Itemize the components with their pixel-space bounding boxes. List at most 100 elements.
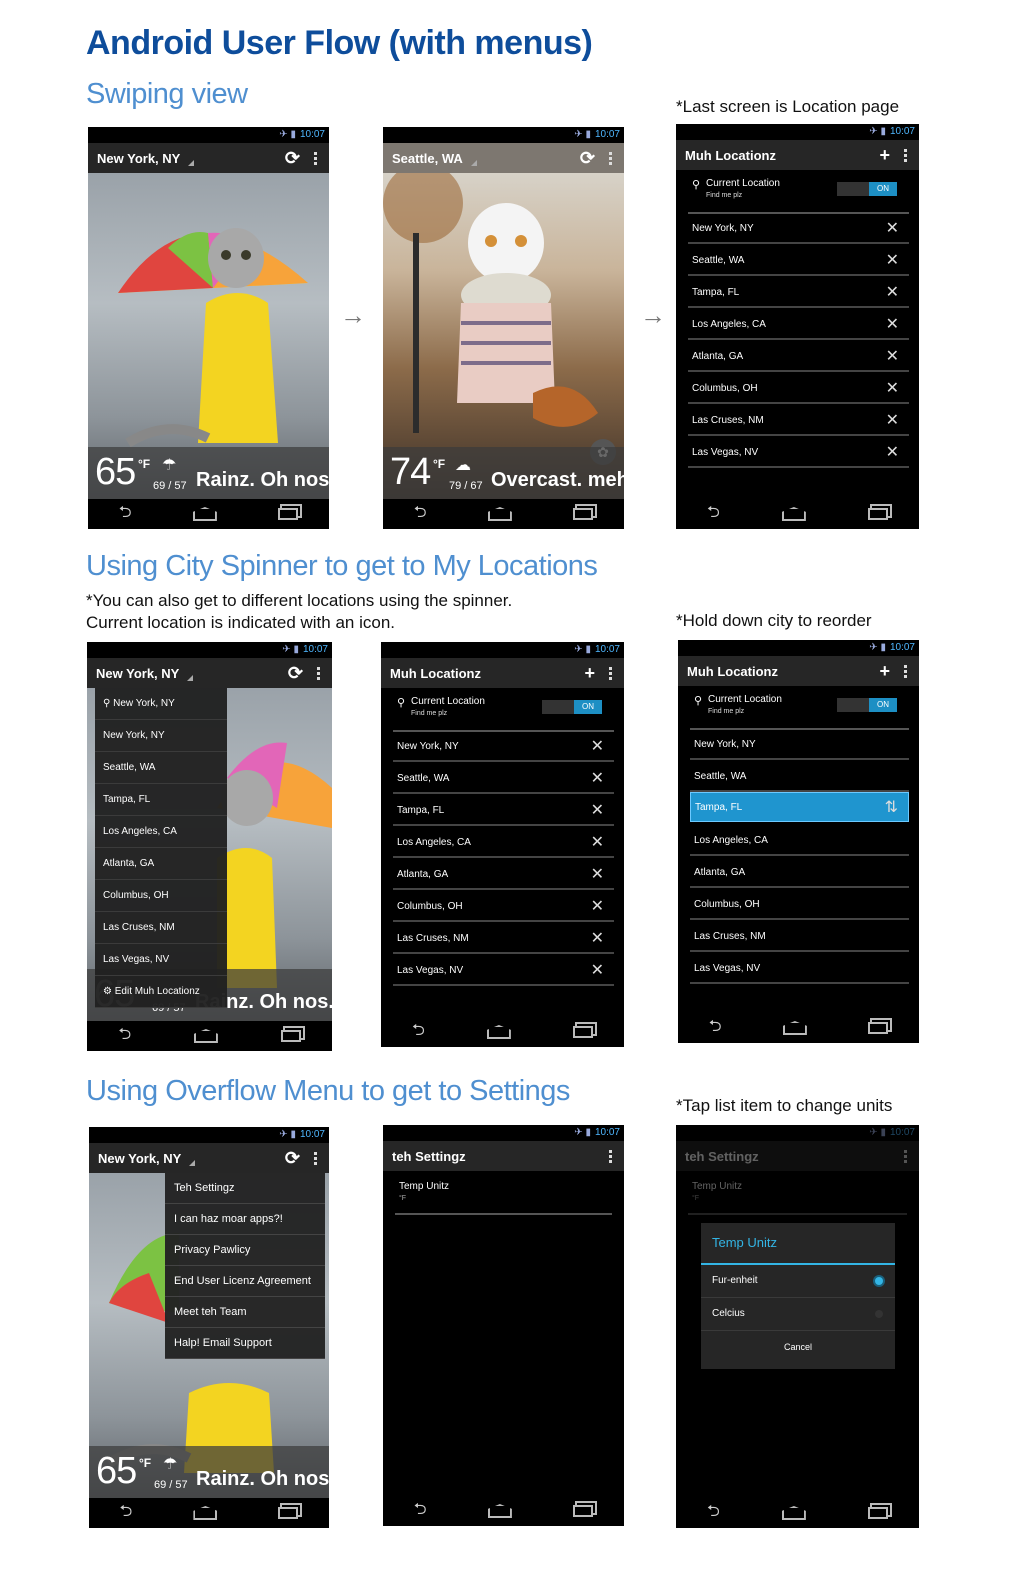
home-icon[interactable] <box>781 1506 806 1520</box>
back-icon[interactable]: ⮌ <box>707 501 720 528</box>
overflow-menu-icon[interactable] <box>609 151 612 165</box>
city-spinner[interactable]: New York, NY <box>97 151 180 166</box>
current-location-row[interactable]: ⚲ Current Location Find me plz ON <box>393 688 614 732</box>
location-row[interactable]: Las Vegas, NV <box>690 954 909 984</box>
menu-item-privacy[interactable]: Privacy Pawlicy <box>165 1235 325 1266</box>
menu-item-eula[interactable]: End User Licenz Agreement <box>165 1266 325 1297</box>
location-row[interactable]: Tampa, FL ✕ <box>688 278 909 308</box>
menu-item-team[interactable]: Meet teh Team <box>165 1297 325 1328</box>
home-icon[interactable] <box>487 1504 512 1518</box>
city-spinner[interactable]: New York, NY <box>96 666 179 681</box>
location-row[interactable]: Atlanta, GA ✕ <box>393 860 614 890</box>
remove-icon[interactable]: ✕ <box>886 310 899 340</box>
remove-icon[interactable]: ✕ <box>886 406 899 436</box>
overflow-menu-icon[interactable] <box>904 664 907 678</box>
location-row[interactable]: Seattle, WA <box>690 762 909 792</box>
refresh-icon[interactable]: ⟳ <box>580 143 595 173</box>
menu-item-more-apps[interactable]: I can haz moar apps?! <box>165 1204 325 1235</box>
dropdown-item[interactable]: Las Vegas, NV <box>95 944 227 976</box>
back-icon[interactable]: ⮌ <box>119 501 132 528</box>
current-location-row[interactable]: ⚲ Current Location Find me plz ON <box>690 686 909 730</box>
location-row[interactable]: Las Cruses, NM ✕ <box>393 924 614 954</box>
remove-icon[interactable]: ✕ <box>886 438 899 468</box>
location-row[interactable]: Seattle, WA ✕ <box>688 246 909 276</box>
menu-item-support[interactable]: Halp! Email Support <box>165 1328 325 1359</box>
location-row[interactable]: Columbus, OH ✕ <box>688 374 909 404</box>
location-row[interactable]: Seattle, WA ✕ <box>393 764 614 794</box>
dropdown-item[interactable]: Columbus, OH <box>95 880 227 912</box>
cancel-button[interactable]: Cancel <box>701 1331 895 1363</box>
overflow-menu-icon[interactable] <box>314 151 317 165</box>
menu-item-settings[interactable]: Teh Settingz <box>165 1173 325 1204</box>
temp-units-setting[interactable]: Temp Unitz °F <box>395 1175 612 1215</box>
remove-icon[interactable]: ✕ <box>591 924 604 954</box>
recent-apps-icon[interactable] <box>868 1022 889 1034</box>
home-icon[interactable] <box>782 1021 807 1035</box>
location-row[interactable]: Los Angeles, CA <box>690 826 909 856</box>
remove-icon[interactable]: ✕ <box>591 956 604 986</box>
remove-icon[interactable]: ✕ <box>591 828 604 858</box>
dropdown-item[interactable]: Atlanta, GA <box>95 848 227 880</box>
add-icon[interactable]: + <box>879 656 890 686</box>
recent-apps-icon[interactable] <box>867 1507 888 1519</box>
city-spinner[interactable]: Seattle, WA <box>392 151 463 166</box>
edit-locations-item[interactable]: ⚙ Edit Muh Locationz <box>95 976 227 1008</box>
back-icon[interactable]: ⮌ <box>412 1019 425 1046</box>
reorder-handle-icon[interactable]: ⇅ <box>885 793 898 823</box>
refresh-icon[interactable]: ⟳ <box>285 143 300 173</box>
location-row[interactable]: Atlanta, GA ✕ <box>688 342 909 372</box>
location-row[interactable]: Las Vegas, NV ✕ <box>393 956 614 986</box>
location-row[interactable]: New York, NY ✕ <box>688 214 909 244</box>
location-row[interactable]: Las Vegas, NV ✕ <box>688 438 909 468</box>
remove-icon[interactable]: ✕ <box>591 892 604 922</box>
current-location-row[interactable]: ⚲ Current Location Find me plz ON <box>688 170 909 214</box>
recent-apps-icon[interactable] <box>572 1026 593 1038</box>
home-icon[interactable] <box>192 507 217 521</box>
dropdown-item[interactable]: Seattle, WA <box>95 752 227 784</box>
dropdown-item[interactable]: Tampa, FL <box>95 784 227 816</box>
location-row[interactable]: New York, NY <box>690 730 909 760</box>
remove-icon[interactable]: ✕ <box>886 246 899 276</box>
overflow-menu-icon[interactable] <box>317 666 320 680</box>
overflow-menu-icon[interactable] <box>904 148 907 162</box>
location-row[interactable]: Tampa, FL ✕ <box>393 796 614 826</box>
remove-icon[interactable]: ✕ <box>591 796 604 826</box>
back-icon[interactable]: ⮌ <box>120 1500 133 1527</box>
dropdown-item[interactable]: New York, NY <box>95 720 227 752</box>
home-icon[interactable] <box>781 507 806 521</box>
back-icon[interactable]: ⮌ <box>118 1023 131 1050</box>
remove-icon[interactable]: ✕ <box>886 374 899 404</box>
radio-unselected-icon[interactable] <box>875 1310 883 1318</box>
back-icon[interactable]: ⮌ <box>414 501 427 528</box>
location-toggle[interactable]: ON <box>837 182 897 196</box>
remove-icon[interactable]: ✕ <box>886 342 899 372</box>
remove-icon[interactable]: ✕ <box>886 214 899 244</box>
recent-apps-icon[interactable] <box>573 508 594 520</box>
add-icon[interactable]: + <box>584 658 595 688</box>
refresh-icon[interactable]: ⟳ <box>285 1143 300 1173</box>
home-icon[interactable] <box>193 1029 218 1043</box>
overflow-menu-icon[interactable] <box>314 1151 317 1165</box>
location-row[interactable]: Los Angeles, CA ✕ <box>688 310 909 340</box>
city-spinner[interactable]: New York, NY <box>98 1151 181 1166</box>
dropdown-item-current[interactable]: ⚲ New York, NY <box>95 688 227 720</box>
option-celsius[interactable]: Celcius <box>701 1298 895 1331</box>
recent-apps-icon[interactable] <box>278 508 299 520</box>
remove-icon[interactable]: ✕ <box>591 732 604 762</box>
location-row[interactable]: Columbus, OH <box>690 890 909 920</box>
remove-icon[interactable]: ✕ <box>591 764 604 794</box>
back-icon[interactable]: ⮌ <box>709 1015 722 1042</box>
location-row-dragging[interactable]: Tampa, FL ⇅ <box>690 792 909 822</box>
recent-apps-icon[interactable] <box>867 508 888 520</box>
home-icon[interactable] <box>193 1506 218 1520</box>
recent-apps-icon[interactable] <box>280 1030 301 1042</box>
location-row[interactable]: Columbus, OH ✕ <box>393 892 614 922</box>
location-row[interactable]: New York, NY ✕ <box>393 732 614 762</box>
location-row[interactable]: Las Cruses, NM ✕ <box>688 406 909 436</box>
add-icon[interactable]: + <box>879 140 890 170</box>
refresh-icon[interactable]: ⟳ <box>288 658 303 688</box>
back-icon[interactable]: ⮌ <box>707 1500 720 1527</box>
location-toggle[interactable]: ON <box>542 700 602 714</box>
home-icon[interactable] <box>487 507 512 521</box>
overflow-menu-icon[interactable] <box>609 1149 612 1163</box>
